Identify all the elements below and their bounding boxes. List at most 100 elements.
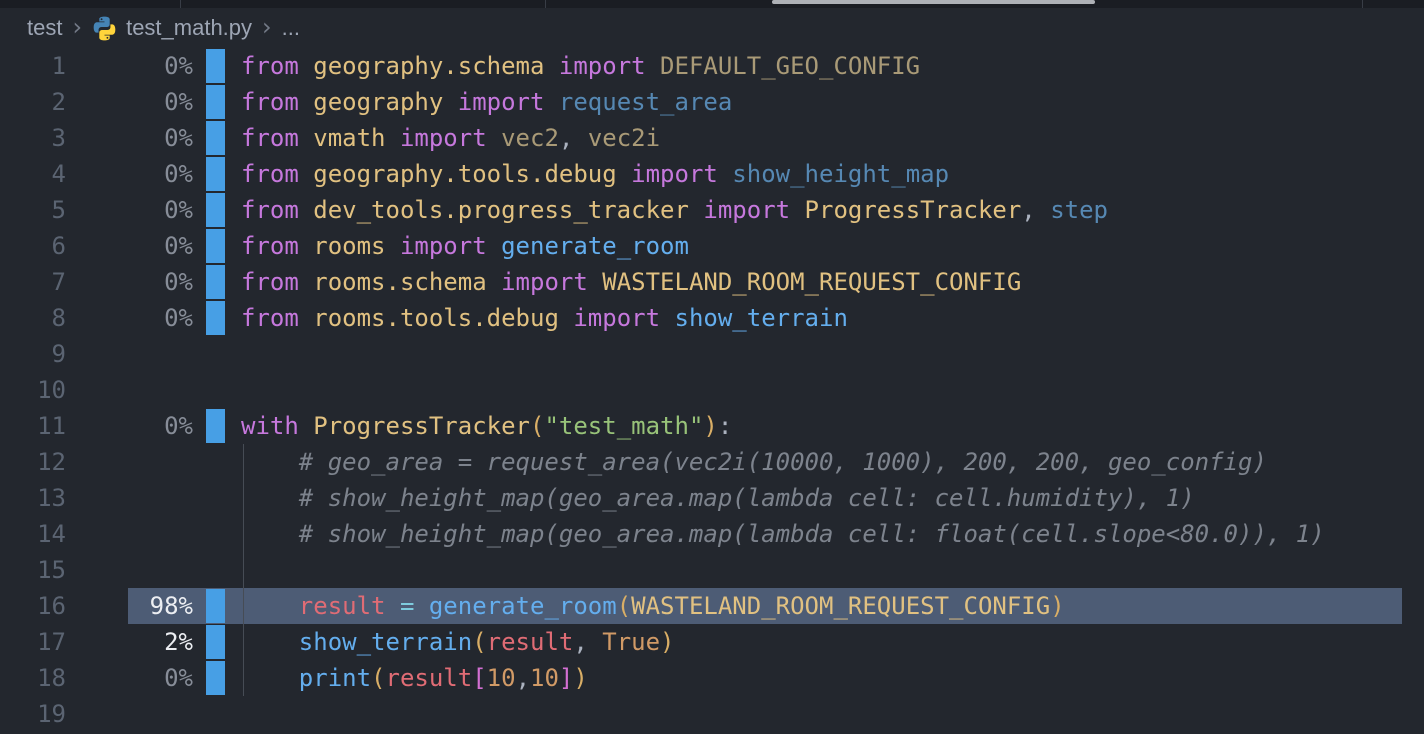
code-token [299,196,313,224]
breadcrumb-symbol-more[interactable]: ... [282,15,300,41]
code-token: import [573,304,660,332]
code-token [487,124,501,152]
line-number[interactable]: 13 [0,484,66,512]
coverage-gutter [206,228,225,264]
code-token: import [400,124,487,152]
code-line[interactable]: 50% from dev_tools.progress_tracker impor… [0,192,1424,228]
code-line[interactable]: 30%from vmath import vec2, vec2i [0,120,1424,156]
code-token [559,304,573,332]
code-token: ) [703,412,717,440]
code-text[interactable]: from rooms import generate_room [225,228,689,264]
code-line[interactable]: 19 [0,696,1424,732]
line-number[interactable]: 6 [0,232,66,260]
line-number[interactable]: 10 [0,376,66,404]
coverage-percentage: 0% [66,196,193,224]
code-token [299,412,313,440]
chevron-right-icon: › [262,13,272,41]
line-number[interactable]: 11 [0,412,66,440]
breadcrumb-file[interactable]: test_math.py [126,15,252,41]
line-number[interactable]: 19 [0,700,66,728]
code-text[interactable]: result = generate_room(WASTELAND_ROOM_RE… [225,588,1065,624]
tab-bar-bottom-edge [0,0,1424,8]
code-token [386,232,400,260]
code-line[interactable]: 110% with ProgressTracker("test_math"): [0,408,1424,444]
code-line[interactable]: 60%from rooms import generate_room [0,228,1424,264]
line-number[interactable]: 2 [0,88,66,116]
code-text[interactable]: from geography import request_area [225,84,732,120]
code-token [660,304,674,332]
code-token: ( [617,592,631,620]
line-number[interactable]: 17 [0,628,66,656]
coverage-percentage: 0% [66,88,193,116]
code-text[interactable]: # show_height_map(geo_area.map(lambda ce… [225,480,1195,516]
breadcrumb-folder[interactable]: test [27,15,62,41]
line-number[interactable]: 14 [0,520,66,548]
code-token: from [241,196,299,224]
code-text[interactable]: from geography.tools.debug import show_h… [225,156,949,192]
code-token: : [718,412,732,440]
code-token: generate_room [429,592,617,620]
line-number[interactable]: 18 [0,664,66,692]
coverage-gutter [206,552,225,588]
code-line[interactable]: 14 # show_height_map(geo_area.map(lambda… [0,516,1424,552]
code-text[interactable]: show_terrain(result, True) [225,624,675,660]
breadcrumb: test › test_math.py › ... [0,8,1424,48]
code-line[interactable]: 12 # geo_area = request_area(vec2i(10000… [0,444,1424,480]
code-token: vec2 [501,124,559,152]
code-line[interactable]: 15 [0,552,1424,588]
code-line[interactable]: 40%from geography.tools.debug import sho… [0,156,1424,192]
code-text[interactable]: from rooms.schema import WASTELAND_ROOM_… [225,264,1021,300]
code-token [588,268,602,296]
code-token: WASTELAND_ROOM_REQUEST_CONFIG [602,268,1021,296]
line-number[interactable]: 7 [0,268,66,296]
code-line[interactable]: 20% from geography import request_area [0,84,1424,120]
coverage-percentage: 98% [66,592,193,620]
code-line[interactable]: 10%from geography.schema import DEFAULT_… [0,48,1424,84]
code-token: step [1050,196,1108,224]
coverage-percentage: 0% [66,412,193,440]
code-line[interactable]: 1698% result = generate_room(WASTELAND_R… [0,588,1424,624]
code-line[interactable]: 172% show_terrain(result, True) [0,624,1424,660]
code-text[interactable]: # geo_area = request_area(vec2i(10000, 1… [225,444,1267,480]
line-number[interactable]: 1 [0,52,66,80]
code-token: "test_math" [544,412,703,440]
code-text[interactable]: print(result[10,10]) [225,660,588,696]
code-line[interactable]: 80%from rooms.tools.debug import show_te… [0,300,1424,336]
code-token: ) [660,628,674,656]
code-text[interactable]: from rooms.tools.debug import show_terra… [225,300,848,336]
code-text[interactable]: from geography.schema import DEFAULT_GEO… [225,48,920,84]
code-token [544,88,558,116]
code-text[interactable]: from dev_tools.progress_tracker import P… [225,192,1108,228]
line-number[interactable]: 15 [0,556,66,584]
code-token [241,448,299,476]
code-line[interactable]: 180% print(result[10,10]) [0,660,1424,696]
code-token [790,196,804,224]
line-number[interactable]: 5 [0,196,66,224]
line-number[interactable]: 3 [0,124,66,152]
code-line[interactable]: 9 [0,336,1424,372]
coverage-block [206,409,225,443]
code-token [617,160,631,188]
code-token [241,520,299,548]
python-icon [92,16,117,41]
line-number[interactable]: 12 [0,448,66,476]
code-line[interactable]: 10 [0,372,1424,408]
code-token [689,196,703,224]
coverage-block [206,301,225,335]
code-text[interactable]: from vmath import vec2, vec2i [225,120,660,156]
code-token: geography.tools.debug [313,160,616,188]
code-line[interactable]: 13 # show_height_map(geo_area.map(lambda… [0,480,1424,516]
coverage-gutter [206,372,225,408]
line-number[interactable]: 9 [0,340,66,368]
line-number[interactable]: 4 [0,160,66,188]
horizontal-scrollbar[interactable] [772,0,1095,4]
line-number[interactable]: 16 [0,592,66,620]
code-token: , [559,124,588,152]
line-number[interactable]: 8 [0,304,66,332]
coverage-gutter [206,444,225,480]
coverage-block [206,661,225,695]
code-text[interactable]: # show_height_map(geo_area.map(lambda ce… [225,516,1325,552]
coverage-gutter [206,336,225,372]
code-line[interactable]: 70%from rooms.schema import WASTELAND_RO… [0,264,1424,300]
code-text[interactable]: with ProgressTracker("test_math"): [225,408,732,444]
